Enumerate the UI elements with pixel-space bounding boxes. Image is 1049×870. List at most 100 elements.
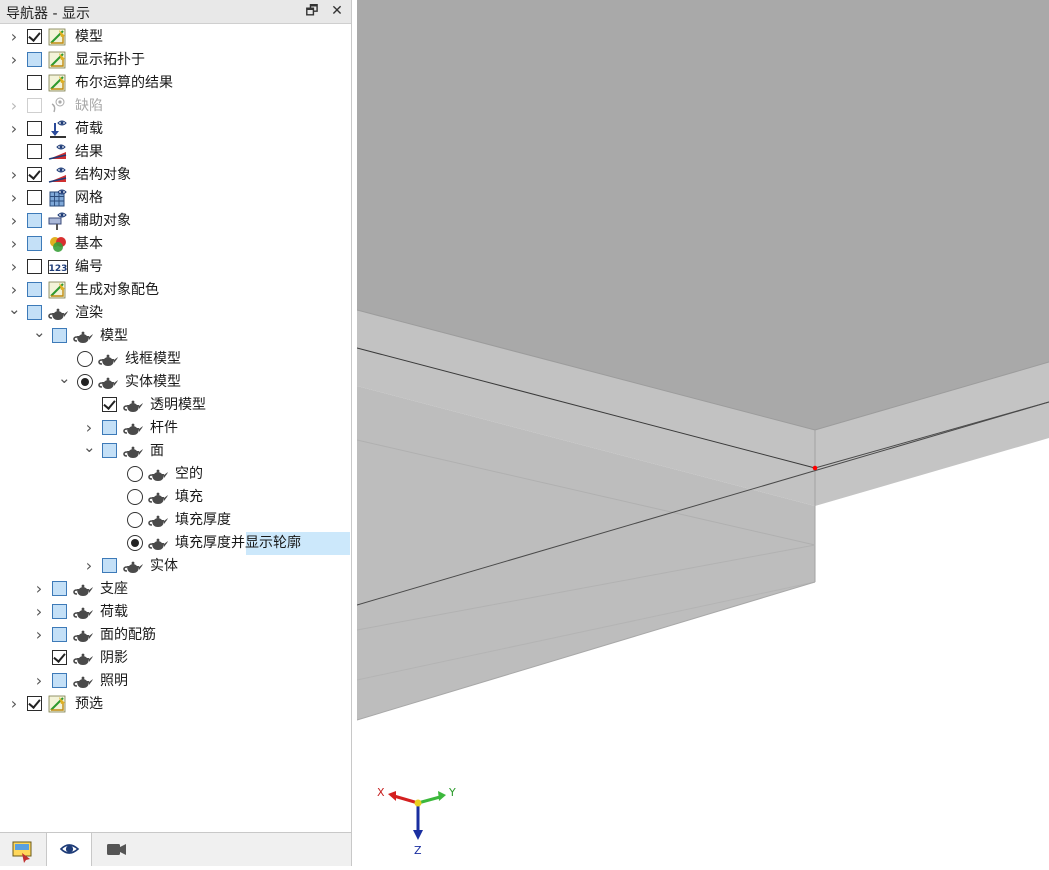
- chevron-right-icon[interactable]: ›: [83, 558, 95, 574]
- tab-display[interactable]: [46, 833, 92, 866]
- visibility-checkbox[interactable]: [52, 673, 67, 688]
- visibility-checkbox[interactable]: [102, 443, 117, 458]
- chevron-down-icon[interactable]: ⌄: [58, 370, 71, 386]
- option-radio[interactable]: [127, 466, 143, 482]
- tree-item[interactable]: › 实体: [0, 555, 351, 578]
- visibility-checkbox[interactable]: [27, 144, 42, 159]
- chevron-right-icon[interactable]: ›: [83, 420, 95, 436]
- visibility-checkbox[interactable]: [52, 650, 67, 665]
- chevron-right-icon[interactable]: ›: [8, 98, 20, 114]
- tree-item-label: 模型: [100, 328, 128, 344]
- visibility-checkbox[interactable]: [27, 282, 42, 297]
- tree-item[interactable]: 填充厚度: [0, 509, 351, 532]
- tree-item[interactable]: 空的: [0, 463, 351, 486]
- tree-item[interactable]: 线框模型: [0, 348, 351, 371]
- tree-item[interactable]: › 生成对象配色: [0, 279, 351, 302]
- chevron-right-icon[interactable]: ›: [8, 282, 20, 298]
- tree-item-label: 填充: [175, 489, 203, 505]
- chevron-right-icon[interactable]: ›: [33, 673, 45, 689]
- tree-item[interactable]: › 荷载: [0, 601, 351, 624]
- visibility-checkbox[interactable]: [27, 236, 42, 251]
- visibility-checkbox[interactable]: [27, 29, 42, 44]
- tree-item[interactable]: › 显示拓扑于: [0, 49, 351, 72]
- chevron-right-icon[interactable]: ›: [8, 696, 20, 712]
- chevron-right-icon[interactable]: ›: [8, 121, 20, 137]
- visibility-checkbox[interactable]: [27, 696, 42, 711]
- chevron-right-icon[interactable]: ›: [8, 52, 20, 68]
- tree-item[interactable]: › 杆件: [0, 417, 351, 440]
- tree-item[interactable]: › 缺陷: [0, 95, 351, 118]
- tree-item[interactable]: 结果: [0, 141, 351, 164]
- option-radio[interactable]: [77, 351, 93, 367]
- visibility-checkbox[interactable]: [27, 121, 42, 136]
- node-point[interactable]: [812, 465, 818, 471]
- teapot-icon: [148, 464, 168, 484]
- tree-item[interactable]: 填充厚度并显示轮廓: [0, 532, 351, 555]
- visibility-checkbox[interactable]: [27, 190, 42, 205]
- tree-item[interactable]: › 荷载: [0, 118, 351, 141]
- tree-item-label: 结果: [75, 144, 103, 160]
- visibility-checkbox[interactable]: [27, 75, 42, 90]
- chevron-right-icon[interactable]: ›: [33, 581, 45, 597]
- tree-item[interactable]: › 模型: [0, 26, 351, 49]
- chevron-down-icon[interactable]: ⌄: [8, 301, 21, 317]
- tree-item[interactable]: › 基本: [0, 233, 351, 256]
- chevron-down-icon[interactable]: ⌄: [83, 439, 96, 455]
- tree-item[interactable]: 布尔运算的结果: [0, 72, 351, 95]
- tree-item[interactable]: › 支座: [0, 578, 351, 601]
- visibility-checkbox[interactable]: [102, 397, 117, 412]
- tree-item[interactable]: ⌄ 渲染: [0, 301, 351, 325]
- chevron-right-icon[interactable]: ›: [8, 190, 20, 206]
- visibility-checkbox[interactable]: [102, 558, 117, 573]
- visibility-checkbox[interactable]: [27, 213, 42, 228]
- pin-window-icon[interactable]: 🗗: [303, 2, 321, 20]
- option-radio[interactable]: [77, 374, 93, 390]
- chevron-right-icon[interactable]: ›: [8, 259, 20, 275]
- tree-item[interactable]: 填充: [0, 486, 351, 509]
- tree-item[interactable]: › 123 编号: [0, 256, 351, 279]
- tree-item[interactable]: ⌄ 实体模型: [0, 370, 351, 394]
- visibility-checkbox[interactable]: [27, 259, 42, 274]
- visibility-checkbox[interactable]: [102, 420, 117, 435]
- option-radio[interactable]: [127, 489, 143, 505]
- chevron-down-icon[interactable]: ⌄: [33, 324, 46, 340]
- tab-views[interactable]: [94, 833, 140, 866]
- visibility-checkbox[interactable]: [52, 581, 67, 596]
- visibility-checkbox[interactable]: [27, 98, 42, 113]
- chevron-right-icon[interactable]: ›: [33, 627, 45, 643]
- teapot-icon: [98, 372, 118, 392]
- tree-item[interactable]: › 面的配筋: [0, 624, 351, 647]
- visibility-checkbox[interactable]: [27, 305, 42, 320]
- chevron-right-icon[interactable]: ›: [8, 213, 20, 229]
- load-icon: [48, 119, 68, 139]
- visibility-checkbox[interactable]: [52, 627, 67, 642]
- option-radio[interactable]: [127, 512, 143, 528]
- chevron-right-icon[interactable]: ›: [8, 236, 20, 252]
- tree-item[interactable]: › 结构对象: [0, 164, 351, 187]
- tree-item[interactable]: 阴影: [0, 647, 351, 670]
- navigator-panel: 导航器 - 显示 🗗 ✕ › 模型 › 显示拓扑于 布尔运算的结果 › 缺陷 › 荷载 结果 › 结构…: [0, 0, 352, 866]
- tree-item[interactable]: › 网格: [0, 187, 351, 210]
- visibility-checkbox[interactable]: [52, 604, 67, 619]
- tree-item[interactable]: ⌄ 面: [0, 439, 351, 463]
- visibility-checkbox[interactable]: [27, 52, 42, 67]
- model-render: [357, 0, 1049, 866]
- visibility-checkbox[interactable]: [52, 328, 67, 343]
- tree-item[interactable]: 透明模型: [0, 394, 351, 417]
- chevron-right-icon[interactable]: ›: [8, 167, 20, 183]
- tree-item[interactable]: › 辅助对象: [0, 210, 351, 233]
- tree-item[interactable]: › 照明: [0, 670, 351, 693]
- tab-data[interactable]: [0, 833, 46, 866]
- close-icon[interactable]: ✕: [328, 2, 346, 20]
- chevron-right-icon[interactable]: ›: [33, 604, 45, 620]
- option-radio[interactable]: [127, 535, 143, 551]
- tree-item-label: 模型: [75, 29, 103, 45]
- tree-item-label: 荷载: [75, 121, 103, 137]
- tree-item[interactable]: › 预选: [0, 693, 351, 716]
- teapot-icon: [48, 303, 68, 323]
- tree-item-label: 空的: [175, 466, 203, 482]
- 3d-viewport[interactable]: X Y Z: [357, 0, 1049, 866]
- chevron-right-icon[interactable]: ›: [8, 29, 20, 45]
- visibility-checkbox[interactable]: [27, 167, 42, 182]
- tree-item[interactable]: ⌄ 模型: [0, 324, 351, 348]
